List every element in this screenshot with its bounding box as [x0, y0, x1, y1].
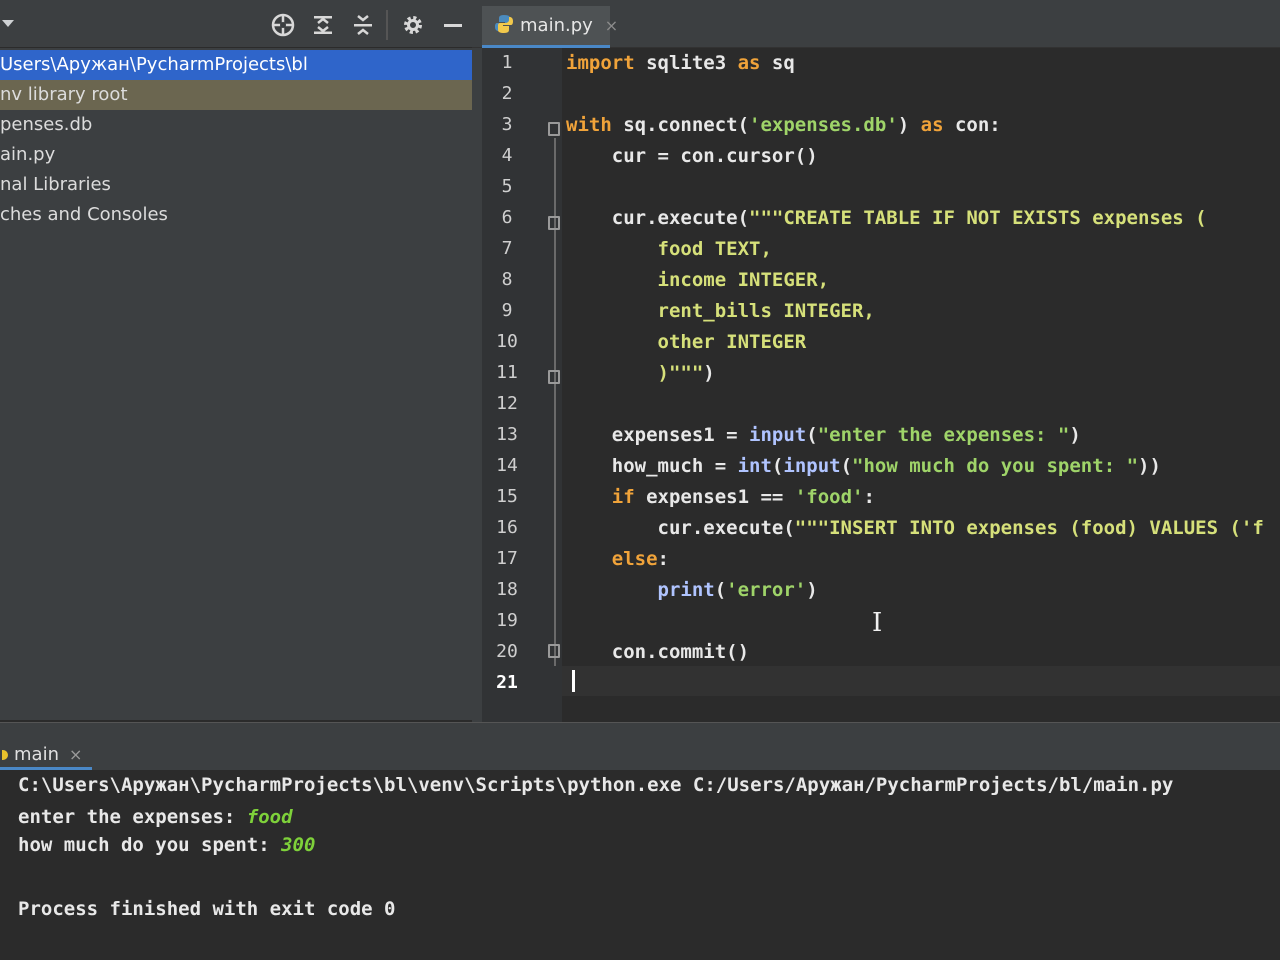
close-icon[interactable]: ×: [69, 745, 82, 764]
chevron-down-icon[interactable]: [2, 20, 14, 27]
line-number: 8: [501, 269, 513, 290]
tree-item-scratches[interactable]: ches and Consoles: [0, 200, 472, 230]
run-tab-label: main: [14, 744, 59, 765]
line-number: 6: [501, 207, 513, 228]
line-number-current: 21: [496, 672, 518, 693]
tree-item-venv[interactable]: nv library root: [0, 80, 472, 110]
tree-item-expenses-db[interactable]: penses.db: [0, 110, 472, 140]
project-panel: Users\Аружан\PycharmProjects\bl nv libra…: [0, 48, 472, 720]
console-exit-line: Process finished with exit code 0: [18, 898, 396, 920]
code-line: )"""): [566, 362, 715, 384]
tree-item-label: nv library root: [0, 84, 128, 105]
hide-icon[interactable]: [440, 12, 466, 38]
code-line: food TEXT,: [566, 238, 772, 260]
code-line: income INTEGER,: [566, 269, 830, 291]
console-user-input: 300: [281, 834, 316, 856]
code-line: cur.execute("""CREATE TABLE IF NOT EXIST…: [566, 207, 1207, 229]
code-line: con.commit(): [566, 641, 750, 663]
python-file-icon: [494, 14, 514, 38]
console-user-input: food: [246, 806, 293, 828]
editor-tabs: main.py ×: [472, 0, 1280, 48]
toolbar-separator: [386, 10, 388, 40]
panel-splitter[interactable]: [472, 48, 482, 728]
text-caret: [572, 670, 575, 692]
line-number: 5: [501, 176, 513, 197]
line-number: 7: [501, 238, 513, 259]
console-output-line: how much do you spent: 300: [18, 834, 316, 856]
fold-marker-icon[interactable]: [548, 644, 560, 658]
python-run-icon: [2, 749, 8, 760]
expand-all-icon[interactable]: [310, 12, 336, 38]
code-line: if expenses1 == 'food':: [611, 486, 875, 508]
line-number: 15: [496, 486, 518, 507]
line-number: 17: [496, 548, 518, 569]
line-number: 1: [501, 52, 513, 73]
fold-marker-icon[interactable]: [548, 122, 560, 136]
line-number: 9: [501, 300, 513, 321]
fold-marker-icon[interactable]: [548, 370, 560, 384]
tree-item-main-py[interactable]: ain.py: [0, 140, 472, 170]
line-number-gutter: 1 2 3 4 5 6 7 8 9 10 11 12 13 14 15 16 1…: [482, 48, 562, 723]
project-toolbar: [0, 0, 472, 48]
collapse-all-icon[interactable]: [350, 12, 376, 38]
code-line: how_much = int(input("how much do you sp…: [566, 455, 1161, 477]
line-number: 10: [496, 331, 518, 352]
line-number: 13: [496, 424, 518, 445]
run-console[interactable]: C:\Users\Аружан\PycharmProjects\bl\venv\…: [0, 770, 1280, 960]
line-number: 14: [496, 455, 518, 476]
code-line: with sq.connect('expenses.db') as con:: [566, 114, 1001, 136]
code-editor[interactable]: import sqlite3 as sq with sq.connect('ex…: [562, 48, 1280, 723]
fold-marker-icon[interactable]: [548, 216, 560, 230]
close-icon[interactable]: ×: [605, 16, 618, 35]
current-line-highlight: [562, 666, 1280, 696]
code-line: rent_bills INTEGER,: [566, 300, 875, 322]
tree-item-external-libraries[interactable]: nal Libraries: [0, 170, 472, 200]
code-line: expenses1 = input("enter the expenses: "…: [566, 424, 1081, 446]
run-tool-window-tabs: main ×: [0, 742, 1280, 770]
run-tab-main[interactable]: main ×: [0, 742, 92, 770]
editor-bottom-border: [0, 722, 1280, 742]
code-line: other INTEGER: [566, 331, 807, 353]
console-command-line: C:\Users\Аружан\PycharmProjects\bl\venv\…: [18, 774, 1174, 796]
line-number: 16: [496, 517, 518, 538]
mouse-ibeam-cursor-icon: I: [872, 608, 883, 638]
tree-item-project-root[interactable]: Users\Аружан\PycharmProjects\bl: [0, 50, 472, 80]
line-number: 11: [496, 362, 518, 383]
line-number: 20: [496, 641, 518, 662]
line-number: 19: [496, 610, 518, 631]
code-line: print('error'): [657, 579, 818, 601]
code-line: else:: [611, 548, 669, 570]
tab-main-py[interactable]: main.py ×: [482, 6, 618, 48]
tab-label: main.py: [520, 15, 593, 36]
line-number: 2: [501, 83, 513, 104]
locate-icon[interactable]: [270, 12, 296, 38]
console-output-line: enter the expenses: food: [18, 806, 293, 828]
gear-icon[interactable]: [400, 12, 426, 38]
line-number: 18: [496, 579, 518, 600]
line-number: 4: [501, 145, 513, 166]
line-number: 12: [496, 393, 518, 414]
code-line: import sqlite3 as sq: [566, 52, 795, 74]
code-line: cur = con.cursor(): [566, 145, 818, 167]
code-line: cur.execute("""INSERT INTO expenses (foo…: [566, 517, 1264, 539]
line-number: 3: [501, 114, 513, 135]
